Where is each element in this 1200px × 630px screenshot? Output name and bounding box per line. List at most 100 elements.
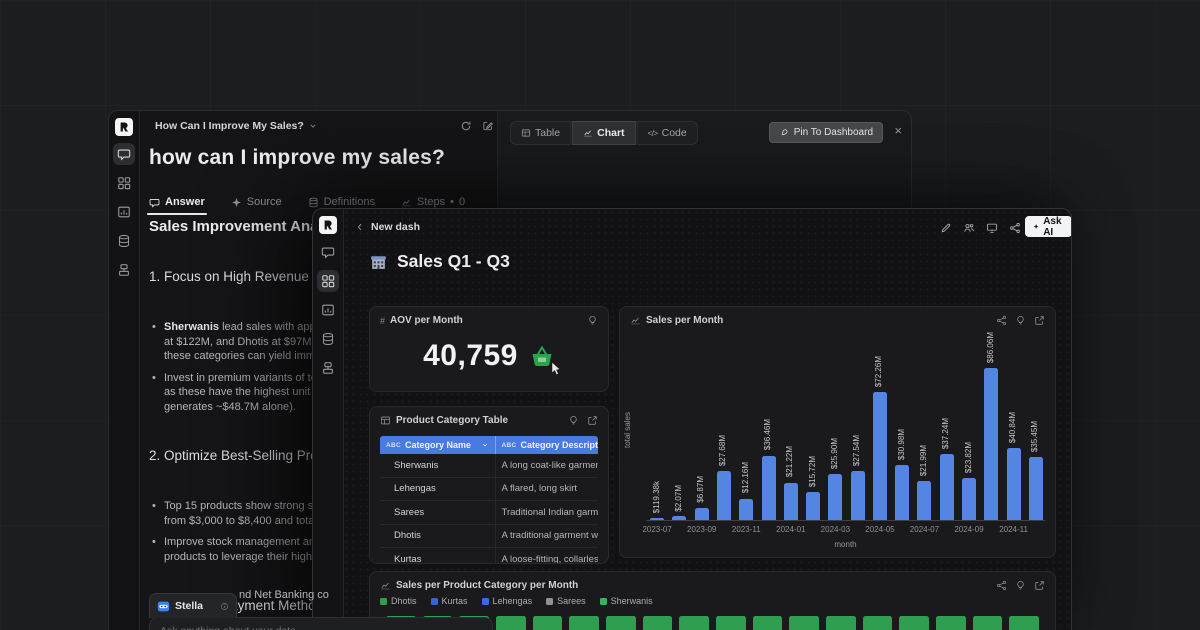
sidebar-item-charts[interactable]	[113, 201, 135, 223]
share-icon[interactable]	[996, 580, 1007, 591]
close-icon[interactable]: ×	[894, 124, 902, 137]
sidebar-item-data[interactable]	[113, 230, 135, 252]
legend-item[interactable]: Dhotis	[380, 596, 417, 606]
table-row[interactable]: LehengasA flared, long skirt	[380, 478, 598, 502]
external-link-icon[interactable]	[587, 415, 598, 426]
bar[interactable]	[672, 516, 686, 520]
aov-card[interactable]: # AOV per Month 40,759	[369, 306, 609, 392]
stacked-bar[interactable]	[899, 616, 929, 630]
tab-definitions[interactable]: Definitions	[308, 196, 375, 208]
assistant-popover[interactable]: Stella	[149, 593, 237, 618]
bar[interactable]	[784, 483, 798, 520]
x-axis-tick: 2024-11	[999, 525, 1028, 534]
view-table-button[interactable]: Table	[510, 121, 571, 145]
lightbulb-icon[interactable]	[568, 415, 579, 426]
bar[interactable]	[1007, 448, 1021, 520]
view-chart-button[interactable]: Chart	[572, 121, 635, 145]
stacked-bar[interactable]	[606, 616, 636, 630]
bar[interactable]	[1029, 457, 1043, 520]
connection-icon	[117, 263, 131, 277]
sidebar-item-connections[interactable]	[113, 259, 135, 281]
table-row[interactable]: SherwanisA long coat-like garment	[380, 454, 598, 478]
stacked-bar[interactable]	[679, 616, 709, 630]
stacked-bar[interactable]	[1009, 616, 1039, 630]
x-axis-tick: 2024-07	[910, 525, 939, 534]
collaborators-icon[interactable]	[963, 222, 975, 234]
tab-steps[interactable]: Steps • 0	[401, 196, 465, 208]
sidebar-item-charts[interactable]	[317, 299, 339, 321]
bar[interactable]	[828, 474, 842, 520]
share-icon[interactable]	[996, 315, 1007, 326]
legend-item[interactable]: Kurtas	[431, 596, 468, 606]
external-link-icon[interactable]	[1034, 580, 1045, 591]
ask-data-input[interactable]: Ask anything about your data	[149, 617, 493, 630]
sidebar-item-data[interactable]	[317, 328, 339, 350]
edit-pencil-icon[interactable]	[940, 222, 952, 234]
table-row[interactable]: DhotisA traditional garment worn by m	[380, 525, 598, 549]
stacked-bar[interactable]	[569, 616, 599, 630]
ask-ai-button[interactable]: Ask AI	[1025, 216, 1072, 237]
table-row[interactable]: SareesTraditional Indian garment for w	[380, 501, 598, 525]
stacked-bar[interactable]	[789, 616, 819, 630]
external-link-icon[interactable]	[1034, 315, 1045, 326]
bar[interactable]	[650, 518, 664, 520]
text-type-icon: ABC	[502, 442, 517, 449]
legend-item[interactable]: Lehengas	[482, 596, 533, 606]
bar[interactable]	[962, 478, 976, 520]
x-axis-tick: 2024-01	[776, 525, 805, 534]
sales-month-card[interactable]: Sales per Month total sales $119.38k2023…	[619, 306, 1056, 558]
bar[interactable]	[762, 456, 776, 520]
stacked-bar[interactable]	[863, 616, 893, 630]
stacked-bar[interactable]	[936, 616, 966, 630]
stacked-bar[interactable]	[753, 616, 783, 630]
chat-icon	[149, 197, 160, 208]
stacked-bar[interactable]	[496, 616, 526, 630]
view-code-button[interactable]: </> Code	[637, 121, 698, 145]
refresh-icon[interactable]	[460, 120, 472, 132]
chevron-down-icon[interactable]	[481, 441, 489, 449]
bar[interactable]	[917, 481, 931, 520]
bar-value-label: $72.26M	[874, 356, 883, 387]
info-icon[interactable]	[220, 602, 229, 611]
x-axis-tick: 2023-07	[642, 525, 671, 534]
bar[interactable]	[695, 508, 709, 520]
bar[interactable]	[984, 368, 998, 520]
stacked-bar[interactable]	[643, 616, 673, 630]
bar[interactable]	[895, 465, 909, 520]
bar[interactable]	[851, 471, 865, 520]
column-category-description[interactable]: ABC Category Description	[496, 436, 598, 454]
legend-item[interactable]: Sarees	[546, 596, 586, 606]
bar[interactable]	[739, 499, 753, 520]
table-row[interactable]: KurtasA loose-fitting, collarless garme	[380, 548, 598, 564]
tab-source[interactable]: Source	[231, 196, 282, 208]
pin-to-dashboard-button[interactable]: Pin To Dashboard	[769, 122, 883, 143]
stacked-bar[interactable]	[826, 616, 856, 630]
bar[interactable]	[806, 492, 820, 520]
legend-item[interactable]: Sherwanis	[600, 596, 653, 606]
sidebar-item-dashboards[interactable]	[317, 270, 339, 292]
lightbulb-icon[interactable]	[1015, 580, 1026, 591]
lightbulb-icon[interactable]	[1015, 315, 1026, 326]
sidebar-item-connections[interactable]	[317, 357, 339, 379]
present-icon[interactable]	[986, 222, 998, 234]
sidebar-item-dashboards[interactable]	[113, 172, 135, 194]
stacked-bar[interactable]	[533, 616, 563, 630]
bar[interactable]	[940, 454, 954, 520]
column-category-name[interactable]: ABC Category Name	[380, 436, 496, 454]
stacked-bar[interactable]	[973, 616, 1003, 630]
sidebar-item-chat[interactable]	[113, 143, 135, 165]
bar[interactable]	[717, 471, 731, 520]
edit-icon[interactable]	[482, 120, 494, 132]
bar[interactable]	[873, 392, 887, 520]
lightbulb-icon[interactable]	[587, 315, 598, 326]
bar-value-label: $27.54M	[852, 435, 861, 466]
share-icon[interactable]	[1009, 222, 1021, 234]
legend-swatch	[380, 598, 387, 605]
category-table-card[interactable]: Product Category Table ABC Category Name…	[369, 406, 609, 564]
back-to-dashboards[interactable]: New dash	[355, 221, 420, 233]
sidebar-item-chat[interactable]	[317, 241, 339, 263]
stacked-bar[interactable]	[716, 616, 746, 630]
cell-category-description: A loose-fitting, collarless garme	[496, 554, 598, 564]
tab-answer[interactable]: Answer	[149, 196, 205, 208]
thread-title-dropdown[interactable]: How Can I Improve My Sales?	[155, 120, 318, 132]
